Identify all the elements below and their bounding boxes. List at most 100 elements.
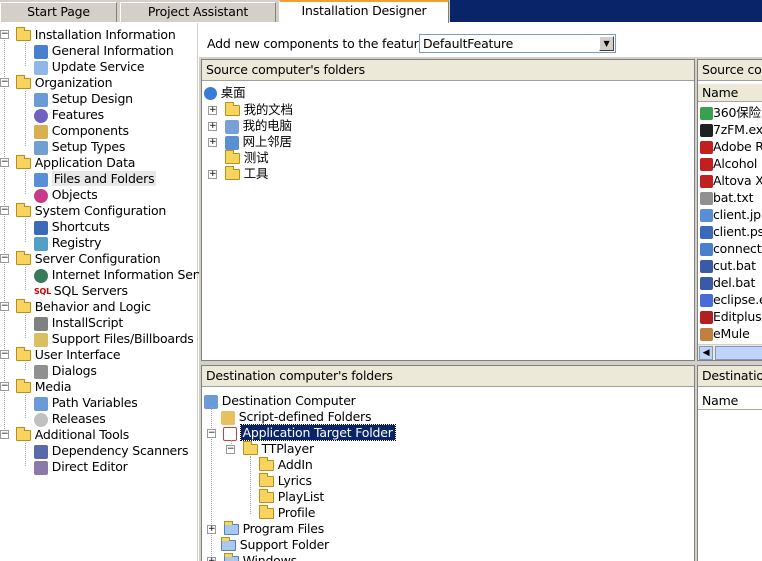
nav-item-general-information[interactable]: General Information [34, 43, 174, 59]
tree-node-addin[interactable]: AddIn [259, 456, 313, 473]
tree-node-desktop[interactable]: 桌面 [204, 84, 246, 101]
tree-node-network[interactable]: + 网上邻居 [208, 133, 292, 150]
scanner-icon [34, 444, 48, 459]
tree-node-ttplayer[interactable]: − TTPlayer [226, 440, 314, 457]
nav-section-installation-info[interactable]: − Installation Information [0, 27, 176, 43]
nav-section-system-configuration[interactable]: − System Configuration [0, 203, 166, 219]
collapse-icon[interactable]: − [207, 429, 216, 438]
scroll-thumb[interactable] [715, 346, 762, 360]
file-list-item[interactable]: client.ps [700, 223, 762, 240]
nav-item-direct-editor[interactable]: Direct Editor [34, 459, 128, 475]
tab-project-assistant[interactable]: Project Assistant [120, 2, 276, 22]
file-list-item[interactable]: eMule [700, 325, 750, 342]
nav-item-files-and-folders[interactable]: Files and Folders [34, 171, 157, 187]
setup-types-icon [34, 140, 48, 155]
collapse-icon[interactable]: − [0, 78, 9, 87]
collapse-icon[interactable]: − [0, 254, 9, 263]
tree-node-destination-computer[interactable]: Destination Computer [204, 392, 356, 409]
file-list-item[interactable]: connect [700, 240, 762, 257]
tree-node-lyrics[interactable]: Lyrics [259, 472, 312, 489]
nav-item-path-variables[interactable]: Path Variables [34, 395, 138, 411]
folder-icon [259, 489, 274, 503]
tab-start-page[interactable]: Start Page [0, 2, 117, 22]
collapse-icon[interactable]: − [0, 350, 9, 359]
tree-node-my-computer[interactable]: + 我的电脑 [208, 117, 292, 134]
nav-section-media[interactable]: − Media [0, 379, 72, 395]
nav-section-organization[interactable]: − Organization [0, 75, 112, 91]
file-icon [700, 277, 713, 290]
file-icon [700, 175, 713, 188]
nav-item-registry[interactable]: Registry [34, 235, 102, 251]
nav-section-additional-tools[interactable]: − Additional Tools [0, 427, 129, 443]
tree-node-profile[interactable]: Profile [259, 504, 315, 521]
collapse-icon[interactable]: − [0, 206, 9, 215]
tab-installation-designer[interactable]: Installation Designer [279, 0, 449, 23]
file-list-item[interactable]: client.jp [700, 206, 761, 223]
nav-item-sql-servers[interactable]: SQL SQL Servers [34, 283, 128, 299]
nav-item-shortcuts[interactable]: Shortcuts [34, 219, 110, 235]
file-list-item[interactable]: Editplus [700, 308, 762, 325]
column-header-name[interactable]: Name [698, 392, 762, 410]
file-list-item[interactable]: 360保险 [700, 104, 761, 121]
collapse-icon[interactable]: − [0, 382, 9, 391]
nav-item-components[interactable]: Components [34, 123, 129, 139]
chevron-down-icon[interactable]: ▼ [599, 36, 614, 51]
tree-node-script-defined[interactable]: Script-defined Folders [221, 408, 372, 425]
file-list-item[interactable]: cut.bat [700, 257, 756, 274]
collapse-icon[interactable]: − [0, 158, 9, 167]
nav-item-setup-design[interactable]: Setup Design [34, 91, 133, 107]
tree-node-support-folder[interactable]: Support Folder [221, 536, 329, 553]
file-list-item[interactable]: Alcohol [700, 155, 757, 172]
expand-icon[interactable]: + [208, 106, 217, 115]
tree-node-program-files[interactable]: + Program Files [207, 520, 324, 537]
file-list-item[interactable]: Altova X [700, 172, 762, 189]
nav-item-update-service[interactable]: Update Service [34, 59, 145, 75]
column-header-name[interactable]: Name [698, 84, 762, 102]
nav-item-dialogs[interactable]: Dialogs [34, 363, 97, 379]
expand-icon[interactable]: + [207, 557, 216, 561]
nav-section-server-configuration[interactable]: − Server Configuration [0, 251, 161, 267]
nav-item-iis[interactable]: Internet Information Serv [34, 267, 205, 283]
nav-item-dependency-scanners[interactable]: Dependency Scanners [34, 443, 188, 459]
nav-item-setup-types[interactable]: Setup Types [34, 139, 125, 155]
nav-section-behavior-logic[interactable]: − Behavior and Logic [0, 299, 151, 315]
nav-item-installscript[interactable]: InstallScript [34, 315, 123, 331]
collapse-icon[interactable]: − [226, 445, 235, 454]
feature-select[interactable]: DefaultFeature ▼ [419, 34, 616, 53]
expand-icon[interactable]: + [208, 170, 217, 179]
tree-node-playlist[interactable]: PlayList [259, 488, 324, 505]
nav-item-features[interactable]: Features [34, 107, 104, 123]
nav-item-releases[interactable]: Releases [34, 411, 106, 427]
folder-open-icon [16, 299, 31, 313]
collapse-icon[interactable]: − [0, 430, 9, 439]
file-list-item[interactable]: del.bat [700, 274, 755, 291]
feature-label: Add new components to the feature [207, 36, 426, 51]
folder-open-icon [16, 251, 31, 265]
components-icon [34, 124, 48, 139]
nav-item-objects[interactable]: Objects [34, 187, 98, 203]
tree-node-windows[interactable]: + Windows [207, 552, 297, 561]
features-icon [34, 108, 48, 123]
destination-files-panel: Destination Name [697, 365, 762, 561]
file-list-item[interactable]: eclipse.e [700, 291, 762, 308]
nav-section-user-interface[interactable]: − User Interface [0, 347, 121, 363]
scroll-left-icon[interactable]: ◀ [699, 346, 713, 360]
nav-item-support-files[interactable]: Support Files/Billboards [34, 331, 194, 347]
feature-bar: Add new components to the feature Defaul… [199, 23, 762, 57]
tree-node-test[interactable]: 测试 [221, 149, 269, 166]
horizontal-scrollbar[interactable]: ◀ [698, 344, 762, 360]
tree-node-app-target[interactable]: − Application Target Folder [207, 424, 396, 441]
nav-section-application-data[interactable]: − Application Data [0, 155, 135, 171]
collapse-icon[interactable]: − [0, 30, 9, 39]
expand-icon[interactable]: + [208, 122, 217, 131]
folder-open-icon [16, 203, 31, 217]
file-list-item[interactable]: 7zFM.ex [700, 121, 762, 138]
collapse-icon[interactable]: − [0, 302, 9, 311]
tree-node-tools[interactable]: + 工具 [208, 165, 268, 182]
file-list-item[interactable]: bat.txt [700, 189, 753, 206]
folder-open-icon [16, 427, 31, 441]
expand-icon[interactable]: + [208, 138, 217, 147]
expand-icon[interactable]: + [207, 525, 216, 534]
file-list-item[interactable]: Adobe R [700, 138, 762, 155]
tree-node-my-documents[interactable]: + 我的文档 [208, 101, 293, 118]
